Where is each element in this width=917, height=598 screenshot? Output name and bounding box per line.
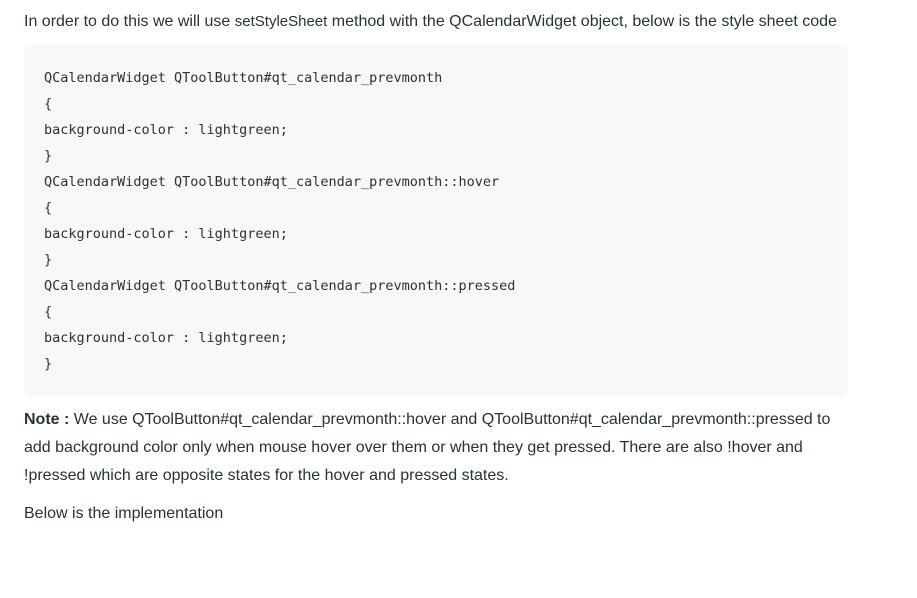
article-content: In order to do this we will use setStyle… — [24, 8, 854, 528]
code-line: background-color : lightgreen; — [44, 122, 288, 138]
method-name: setStyleSheet — [234, 13, 328, 30]
code-line: } — [44, 356, 53, 372]
intro-text-before: In order to do this we will use — [24, 13, 235, 30]
implementation-intro: Below is the implementation — [24, 505, 224, 522]
code-line: { — [44, 304, 53, 320]
code-line: } — [44, 148, 53, 164]
code-line: } — [44, 252, 53, 268]
code-line: QCalendarWidget QToolButton#qt_calendar_… — [44, 174, 500, 190]
code-line: QCalendarWidget QToolButton#qt_calendar_… — [44, 70, 443, 86]
code-block: QCalendarWidget QToolButton#qt_calendar_… — [24, 45, 848, 396]
intro-paragraph: In order to do this we will use setStyle… — [24, 8, 854, 36]
code-line: QCalendarWidget QToolButton#qt_calendar_… — [44, 278, 516, 294]
note-text: We use QToolButton#qt_calendar_prevmonth… — [24, 411, 831, 484]
code-line: { — [44, 96, 53, 112]
code-line: { — [44, 200, 53, 216]
intro-text-after: method with the QCalendarWidget object, … — [327, 13, 837, 30]
code-line: background-color : lightgreen; — [44, 330, 288, 346]
code-line: background-color : lightgreen; — [44, 226, 288, 242]
note-paragraph: Note : We use QToolButton#qt_calendar_pr… — [24, 406, 854, 490]
note-label: Note : — [24, 411, 70, 428]
